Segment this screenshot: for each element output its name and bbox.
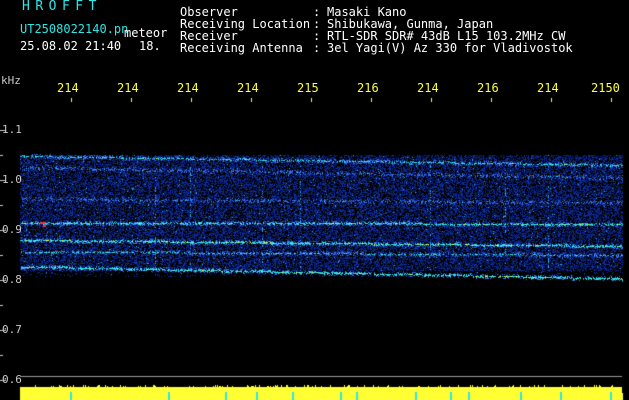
x-tick-label: 214 [177, 81, 199, 95]
hrofft-window: HROFFT UT2508022140.pn meteor 25.08.02 2… [0, 0, 629, 400]
x-tick-label: 214 [117, 81, 139, 95]
x-tick-label: 214 [417, 81, 439, 95]
y-tick-label: 0.7 [2, 323, 22, 336]
x-tick-label: 215 [297, 81, 319, 95]
y-tick-label: 0.9 [2, 223, 22, 236]
colon: : [313, 41, 321, 55]
x-tick-label: 216 [357, 81, 379, 95]
x-tick-label: 216 [477, 81, 499, 95]
y-axis-unit-label: kHz [1, 74, 21, 87]
y-tick-label: 0.6 [2, 373, 22, 386]
x-tick-label: 214 [57, 81, 79, 95]
y-tick-label: 1.0 [2, 173, 22, 186]
scan-code: 18. [139, 39, 161, 53]
x-tick-label: 214 [237, 81, 259, 95]
antenna-label: Receiving Antenna [180, 41, 303, 55]
meteor-label: meteor [124, 26, 168, 40]
y-tick-label: 0.8 [2, 273, 22, 286]
time-stamp: 25.08.02 21:40 [20, 39, 122, 53]
x-tick-label: 2150 [591, 81, 620, 95]
file-name: UT2508022140.pn [20, 22, 129, 36]
y-tick-label: 1.1 [2, 123, 22, 136]
x-tick-label: 214 [537, 81, 559, 95]
app-title: HROFFT [22, 0, 102, 14]
antenna-value: 3el Yagi(V) Az 330 for Vladivostok [327, 41, 573, 55]
spectrogram-plot [0, 0, 629, 400]
